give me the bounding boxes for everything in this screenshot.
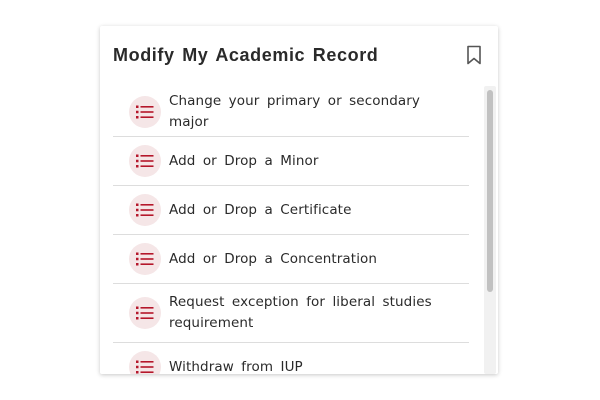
list-item-label: Change your primary or secondary major xyxy=(169,93,421,130)
list-item-minor[interactable]: Add or Drop a Minor xyxy=(113,137,469,186)
list-item-label: Request exception for liberal studies re… xyxy=(169,294,432,331)
scrollbar-thumb[interactable] xyxy=(487,90,493,292)
card-title: Modify My Academic Record xyxy=(113,45,379,65)
list-item-label: Withdraw from IUP xyxy=(169,358,303,375)
list-item-label: Add or Drop a Minor xyxy=(169,152,319,169)
list-item-withdraw[interactable]: Withdraw from IUP xyxy=(113,343,469,374)
scrollbar[interactable] xyxy=(484,86,496,374)
academic-record-card: Modify My Academic Record Change your pr… xyxy=(100,26,498,374)
list-item-change-major[interactable]: Change your primary or secondary major xyxy=(113,88,469,137)
list-item-concentration[interactable]: Add or Drop a Concentration xyxy=(113,235,469,284)
list-icon xyxy=(129,145,161,177)
list-item-label: Add or Drop a Certificate xyxy=(169,201,352,218)
list-icon xyxy=(129,194,161,226)
list-item-liberal-studies-exception[interactable]: Request exception for liberal studies re… xyxy=(113,284,469,343)
card-header: Modify My Academic Record xyxy=(113,45,482,73)
list-icon xyxy=(129,96,161,128)
bookmark-icon[interactable] xyxy=(466,45,482,65)
list-icon xyxy=(129,297,161,329)
task-list: Change your primary or secondary major A… xyxy=(113,88,469,374)
list-icon xyxy=(129,243,161,275)
list-item-label: Add or Drop a Concentration xyxy=(169,250,378,267)
list-item-certificate[interactable]: Add or Drop a Certificate xyxy=(113,186,469,235)
task-list-viewport: Change your primary or secondary major A… xyxy=(113,88,469,374)
list-icon xyxy=(129,351,161,374)
